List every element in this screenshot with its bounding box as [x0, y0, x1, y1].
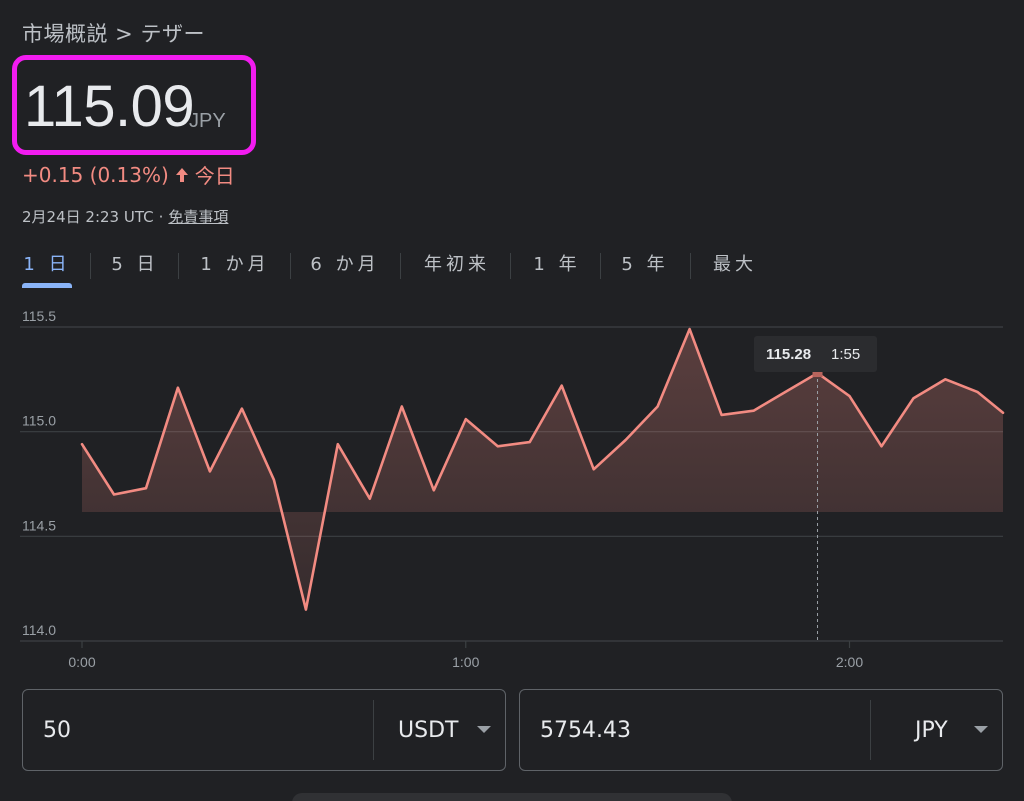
x-tick-label: 1:00 [452, 654, 479, 670]
to-amount-input[interactable]: 5754.43 [540, 690, 631, 770]
active-tab-indicator [22, 283, 72, 288]
y-tick-label: 114.5 [22, 517, 56, 533]
tab-divider [600, 253, 601, 279]
chevron-down-icon[interactable] [477, 726, 491, 733]
tab-max[interactable]: 最大 [700, 250, 770, 288]
tab-divider [510, 253, 511, 279]
price-change-period: 今日 [194, 164, 235, 188]
market-summary-card: 市場概説 > テザー 115.09 JPY +0.15 (0.13%) 今日 2… [0, 0, 1024, 801]
tab-1-year[interactable]: 1 年 [522, 250, 592, 288]
from-amount-input[interactable]: 50 [43, 690, 71, 770]
converter-divider [373, 700, 374, 760]
tab-divider [90, 253, 91, 279]
tab-ytd[interactable]: 年初来 [412, 250, 502, 288]
breadcrumb[interactable]: 市場概説 > テザー [22, 18, 205, 48]
y-tick-label: 115.0 [22, 413, 56, 429]
meta-separator: · [158, 208, 164, 226]
bottom-search-bar[interactable] [292, 793, 732, 801]
y-tick-label: 114.0 [22, 622, 56, 638]
converter-to: 5754.43 JPY [519, 689, 1003, 771]
chevron-down-icon[interactable] [974, 726, 988, 733]
tab-divider [400, 253, 401, 279]
tab-5-years[interactable]: 5 年 [610, 250, 680, 288]
tab-divider [290, 253, 291, 279]
tab-divider [690, 253, 691, 279]
converter-divider [870, 700, 871, 760]
price-currency: JPY [189, 110, 226, 132]
tooltip-time: 1:55 [831, 346, 860, 363]
converter-from: 50 USDT [22, 689, 506, 771]
tooltip-value: 115.28 [766, 346, 811, 363]
price-change: +0.15 (0.13%) 今日 [22, 160, 235, 189]
tab-divider [178, 253, 179, 279]
timestamp: 2月24日 2:23 UTC [22, 208, 154, 226]
price-change-value: +0.15 (0.13%) [22, 162, 169, 187]
current-price: 115.09 [24, 74, 195, 139]
to-currency-select[interactable]: JPY [915, 690, 948, 770]
tab-1-month[interactable]: 1 か月 [190, 250, 280, 288]
y-tick-label: 115.5 [22, 308, 56, 324]
from-currency-select[interactable]: USDT [398, 690, 458, 770]
x-tick-label: 0:00 [68, 654, 95, 670]
tab-5-days[interactable]: 5 日 [100, 250, 170, 288]
x-tick-label: 2:00 [836, 654, 863, 670]
arrow-up-icon [175, 167, 188, 182]
price-chart[interactable]: 115.5 115.0 114.5 114.0 0:00 1:00 2:00 115.28 1… [0, 300, 1024, 680]
tab-6-months[interactable]: 6 か月 [300, 250, 390, 288]
price-meta: 2月24日 2:23 UTC · 免責事項 [22, 206, 228, 227]
disclaimer-link[interactable]: 免責事項 [168, 208, 228, 226]
time-range-tabs: 1 日 5 日 1 か月 6 か月 年初来 1 年 5 年 最大 [0, 250, 1024, 290]
